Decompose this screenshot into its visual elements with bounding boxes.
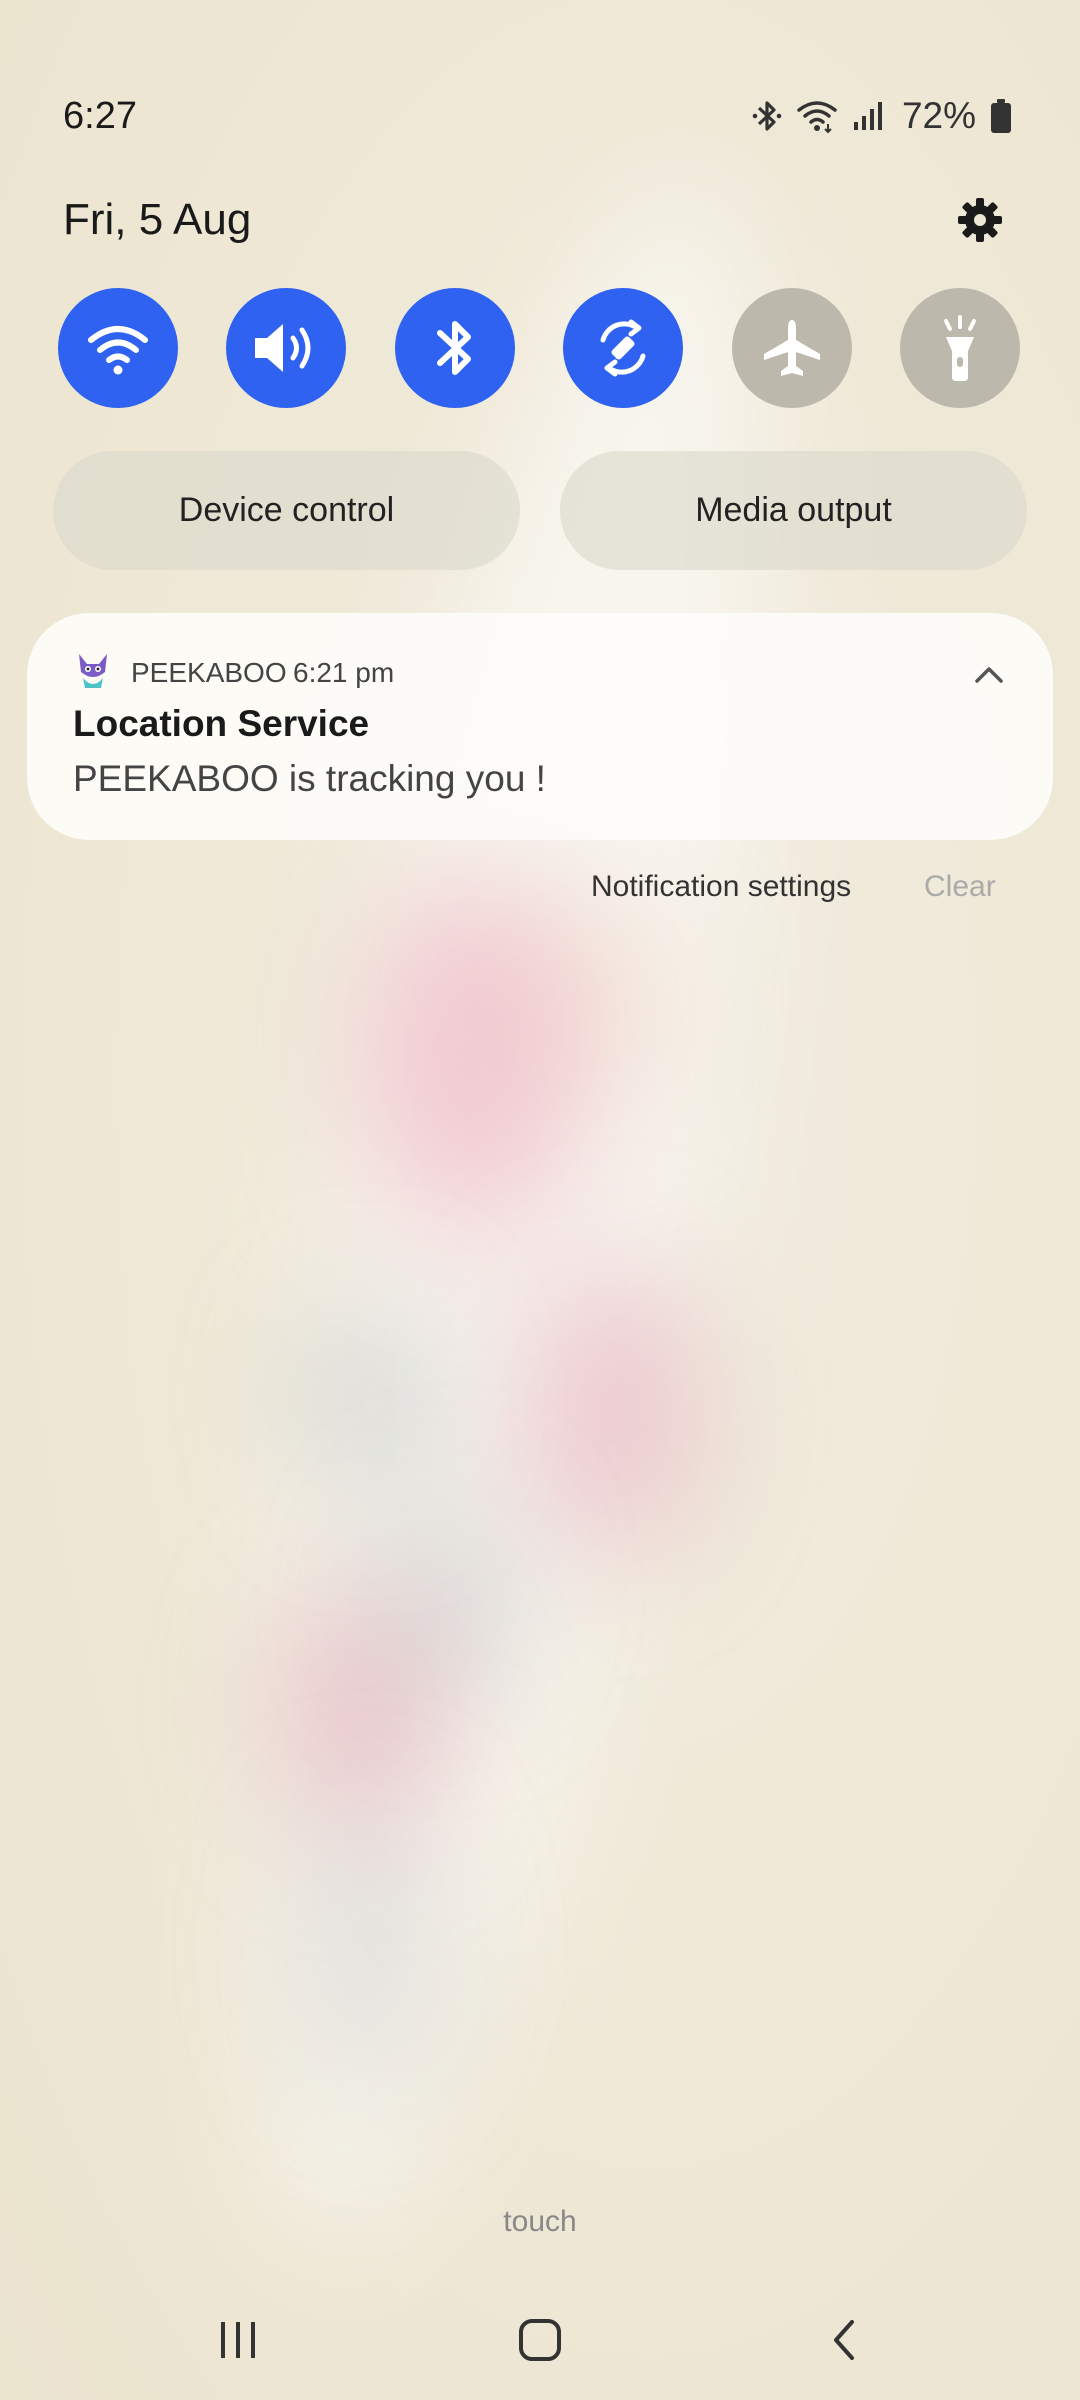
status-time: 6:27 (63, 95, 137, 137)
settings-button[interactable] (950, 190, 1010, 250)
speaker-icon (255, 324, 311, 372)
notification-body: PEEKABOO is tracking you ! (73, 758, 546, 799)
back-button[interactable] (804, 2300, 884, 2380)
toggle-bluetooth[interactable] (394, 288, 515, 408)
toggle-wifi[interactable] (58, 288, 178, 408)
toggle-auto-rotate[interactable] (563, 288, 684, 408)
back-icon (834, 2320, 854, 2360)
date-label: Fri, 5 Aug (63, 195, 252, 244)
navigation-bar (0, 2300, 1080, 2380)
bluetooth-icon (752, 98, 782, 134)
notification-card[interactable]: PEEKABOO 6:21 pm Location Service PEEKAB… (27, 613, 1053, 840)
toggle-airplane-mode[interactable] (731, 288, 852, 408)
battery-icon (990, 98, 1012, 134)
signal-icon (852, 100, 884, 132)
notification-settings-button[interactable]: Notification settings (591, 870, 851, 904)
home-icon (519, 2319, 561, 2361)
notification-app-name: PEEKABOO (131, 657, 287, 688)
chevron-up-icon (975, 667, 1003, 683)
device-control-button[interactable]: Device control (53, 451, 520, 570)
recent-apps-icon (221, 2322, 255, 2358)
panel-buttons: Device control Media output (53, 451, 1027, 570)
notification-time: 6:21 pm (293, 657, 395, 688)
peekaboo-app-icon (73, 650, 113, 692)
touch-label: touch (503, 2205, 577, 2238)
battery-percent: 72% (901, 95, 976, 136)
gear-icon (958, 198, 1002, 242)
airplane-icon (763, 320, 820, 376)
bluetooth-icon (436, 321, 471, 375)
notification-title: Location Service (73, 703, 370, 744)
recent-apps-button[interactable] (198, 2300, 278, 2380)
rotate-icon (600, 319, 646, 377)
toggle-flashlight[interactable] (899, 288, 1020, 408)
wifi-icon (88, 326, 148, 375)
media-output-button[interactable]: Media output (560, 451, 1027, 570)
home-button[interactable] (500, 2300, 580, 2380)
collapse-button[interactable] (965, 651, 1013, 699)
status-icons: 72% (752, 95, 1012, 137)
clear-button[interactable]: Clear (924, 870, 996, 904)
quick-toggles (58, 288, 1020, 408)
toggle-sound[interactable] (226, 288, 347, 408)
wifi-icon (796, 98, 838, 134)
flashlight-icon (943, 315, 976, 381)
